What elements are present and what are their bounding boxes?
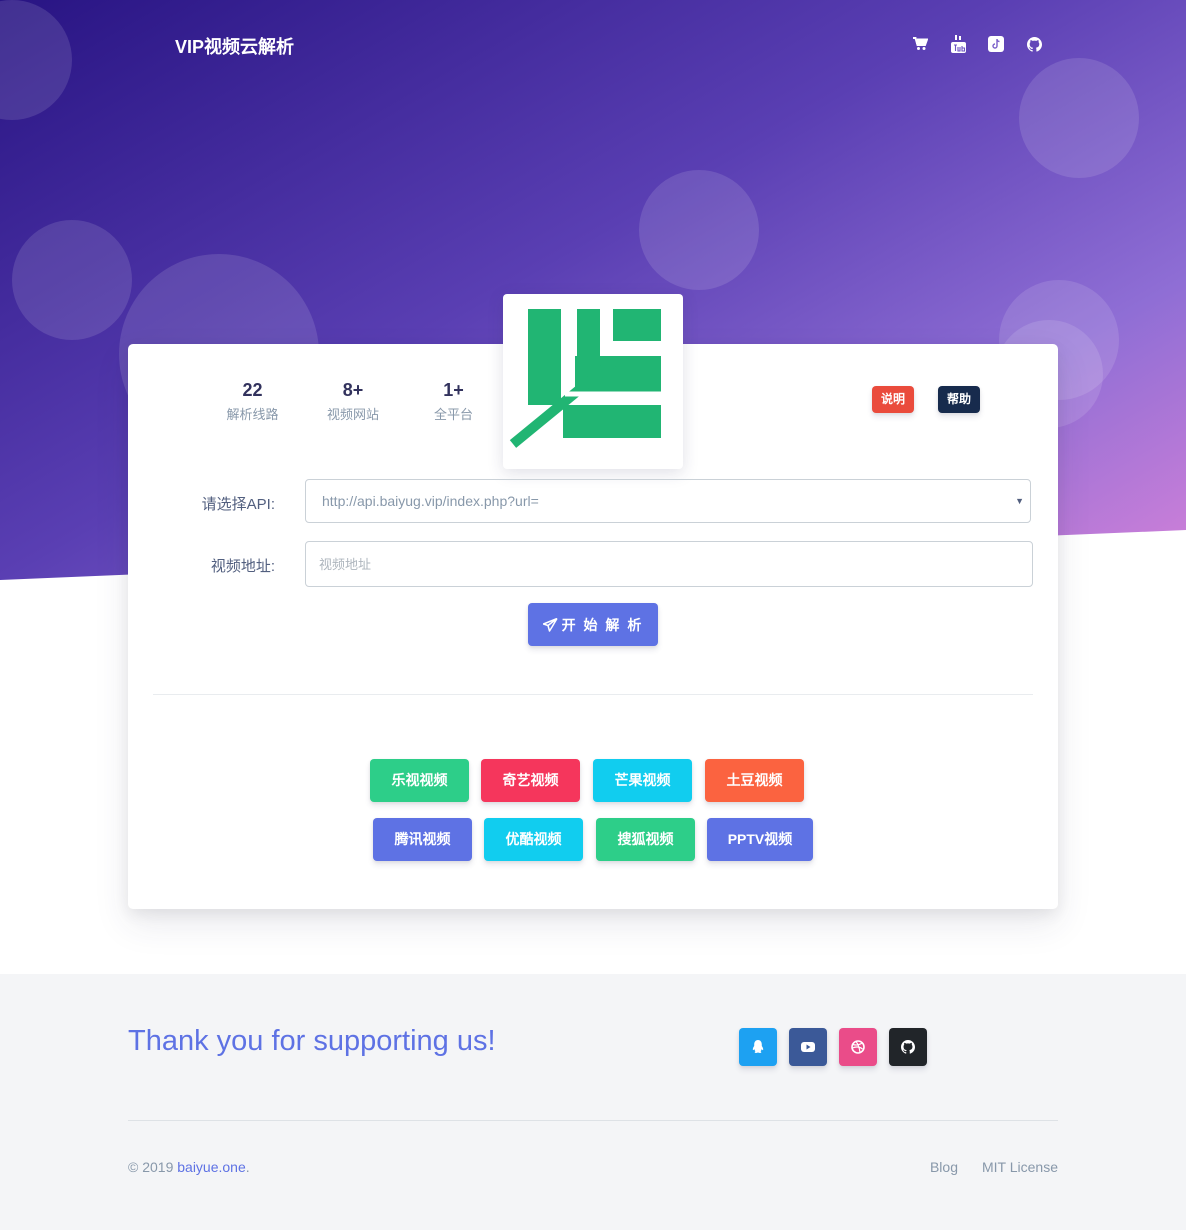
site-button-tencent[interactable]: 腾讯视频 — [373, 818, 472, 861]
decor-bubble — [639, 170, 759, 290]
stat-label: 解析线路 — [226, 407, 279, 422]
decor-bubble — [12, 220, 132, 340]
stat-label: 视频网站 — [326, 407, 379, 422]
footer: Thank you for supporting us! © 2019 baiy… — [0, 974, 1186, 1230]
stat-lines: 22 解析线路 — [206, 378, 299, 423]
copyright-suffix: . — [245, 1159, 250, 1175]
stat-label: 全平台 — [433, 407, 473, 422]
site-button-letv[interactable]: 乐视视频 — [370, 759, 469, 802]
nav-icons — [912, 34, 1042, 54]
stats-row: 22 解析线路 8+ 视频网站 1+ 全平台 — [206, 378, 500, 423]
parse-button-label: 开 始 解 析 — [561, 616, 644, 633]
youtube-icon[interactable] — [789, 1028, 827, 1066]
footer-thanks: Thank you for supporting us! — [128, 1025, 496, 1057]
brand-title[interactable]: VIP视频云解析 — [175, 33, 294, 59]
stat-platforms: 1+ 全平台 — [407, 378, 500, 423]
footer-link-blog[interactable]: Blog — [930, 1159, 958, 1175]
api-label: 请选择API: — [201, 496, 275, 513]
stat-value: 8+ — [342, 380, 364, 400]
stat-value: 1+ — [443, 380, 464, 400]
stat-sites: 8+ 视频网站 — [299, 378, 407, 423]
site-button-iqiyi[interactable]: 奇艺视频 — [481, 759, 580, 802]
cart-icon[interactable] — [912, 34, 928, 54]
decor-bubble — [1019, 58, 1139, 178]
copyright: © 2019 baiyue.one. — [128, 1159, 250, 1175]
github-icon[interactable] — [889, 1028, 927, 1066]
api-select-value: http://api.baiyug.vip/index.php?url= — [322, 493, 539, 509]
help-button[interactable]: 帮助 — [938, 386, 981, 413]
site-button-youku[interactable]: 优酷视频 — [484, 818, 583, 861]
explain-button[interactable]: 说明 — [872, 386, 915, 413]
footer-divider — [128, 1120, 1058, 1121]
youtube-icon[interactable] — [950, 34, 966, 54]
paper-plane-icon — [542, 617, 558, 632]
copyright-prefix: © 2019 — [128, 1159, 178, 1175]
site-button-mgtv[interactable]: 芒果视频 — [593, 759, 692, 802]
logo — [503, 294, 683, 469]
decor-bubble — [0, 0, 72, 120]
footer-link-license[interactable]: MIT License — [982, 1159, 1058, 1175]
site-button-tudou[interactable]: 土豆视频 — [705, 759, 804, 802]
footer-links: Blog MIT License — [930, 1159, 1058, 1175]
parser-card: 22 解析线路 8+ 视频网站 1+ 全平台 说明 帮助 请选择API: htt… — [128, 294, 1058, 909]
tiktok-icon[interactable] — [988, 34, 1004, 54]
api-select[interactable]: http://api.baiyug.vip/index.php?url= ▼ — [305, 479, 1031, 523]
video-url-input[interactable] — [305, 541, 1033, 587]
parse-button[interactable]: 开 始 解 析 — [528, 603, 658, 646]
copyright-link[interactable]: baiyue.one — [177, 1159, 246, 1175]
logo-mark-icon — [509, 309, 661, 448]
chevron-down-icon: ▼ — [1015, 496, 1024, 506]
github-icon[interactable] — [1026, 34, 1042, 54]
site-button-pptv[interactable]: PPTV视频 — [707, 818, 813, 861]
dribbble-icon[interactable] — [839, 1028, 877, 1066]
video-url-label: 视频地址: — [210, 558, 275, 575]
divider — [153, 694, 1033, 695]
site-button-sohu[interactable]: 搜狐视频 — [596, 818, 695, 861]
stat-value: 22 — [242, 380, 263, 400]
qq-icon[interactable] — [739, 1028, 777, 1066]
